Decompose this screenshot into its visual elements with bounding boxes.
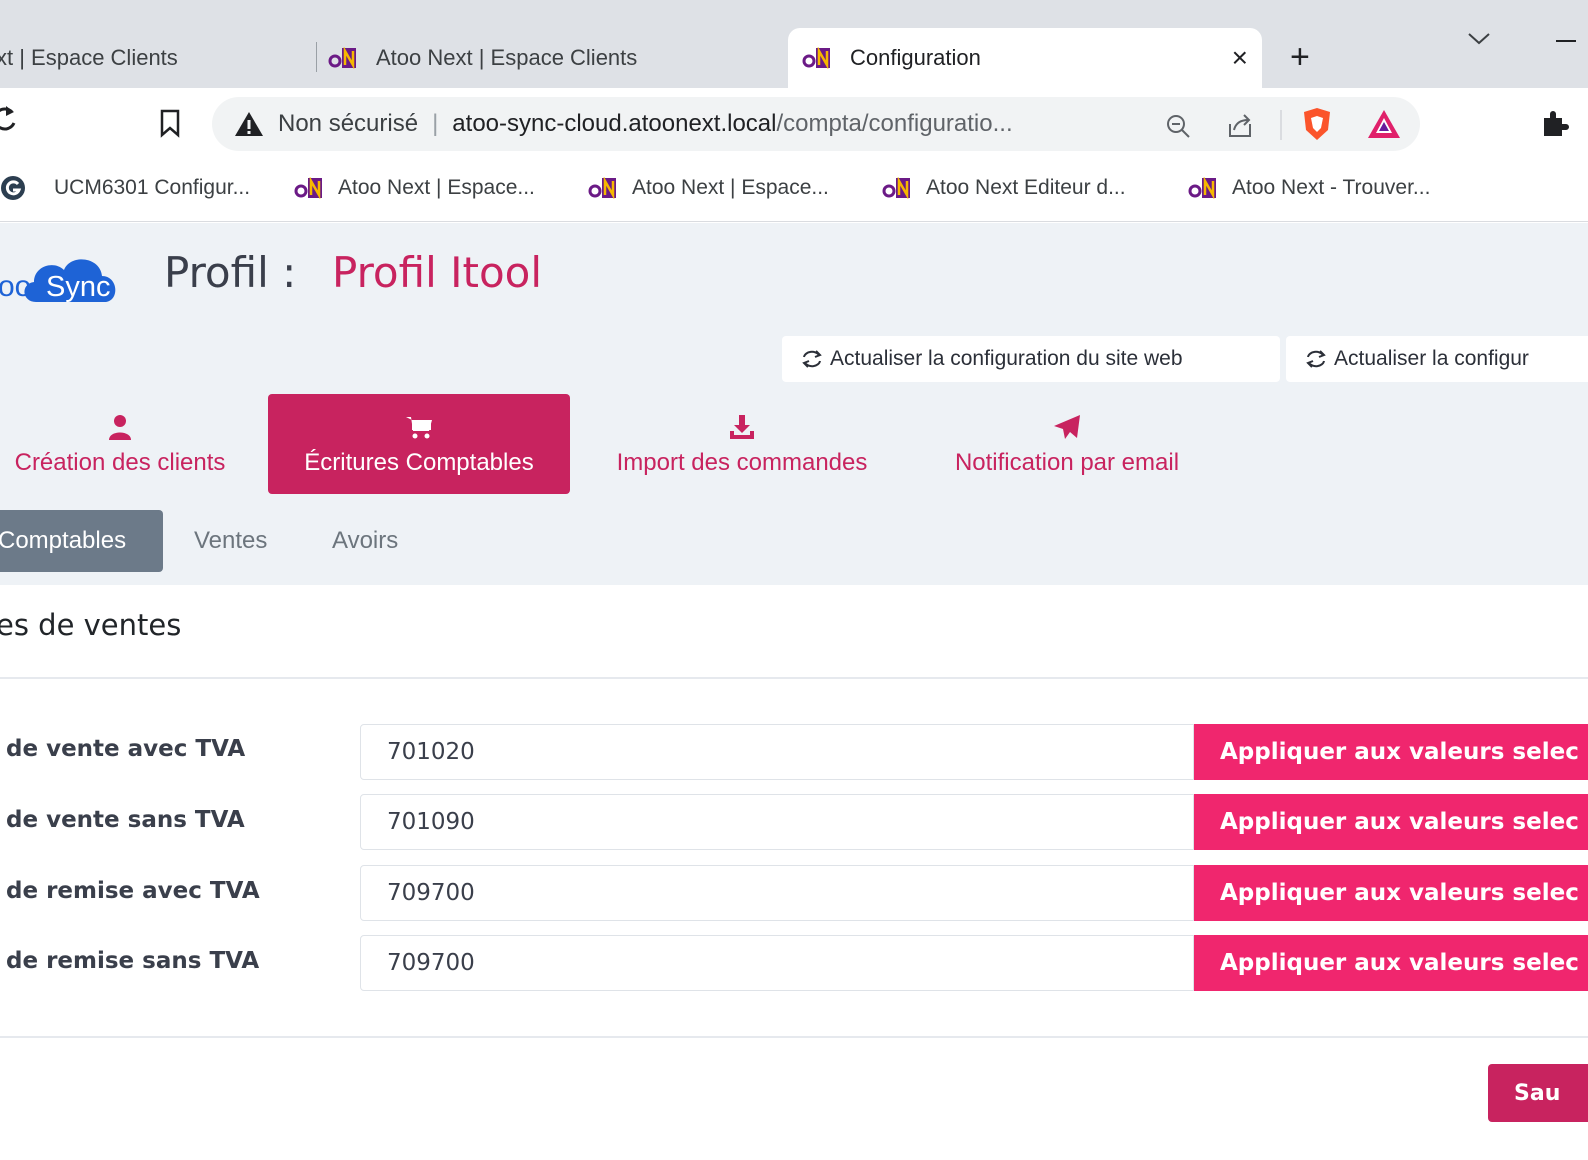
refresh-icon: [1304, 349, 1328, 369]
divider: [0, 1036, 1588, 1038]
profile-label: Profil :: [164, 248, 297, 297]
subtab-label: Avoirs: [332, 527, 399, 554]
atoonext-icon: [882, 177, 916, 199]
download-icon: [728, 411, 756, 443]
subtab-avoirs[interactable]: Avoirs: [332, 510, 398, 572]
subtab-ventes[interactable]: Ventes: [194, 510, 267, 572]
apply-selected-button[interactable]: Appliquer aux valeurs selec: [1194, 794, 1588, 850]
share-icon[interactable]: [1226, 112, 1254, 145]
field-label: de vente sans TVA: [6, 807, 245, 833]
bookmark-label: Atoo Next Editeur d...: [926, 176, 1126, 199]
refresh-config-button[interactable]: Actualiser la configur: [1286, 336, 1588, 382]
paper-plane-icon: [1053, 411, 1081, 443]
new-tab-button[interactable]: +: [1290, 40, 1310, 74]
brave-shield-icon[interactable]: [1300, 106, 1334, 147]
divider: [0, 677, 1588, 679]
security-label: Non sécurisé: [278, 110, 419, 137]
account-input[interactable]: [360, 724, 1194, 780]
brave-rewards-icon[interactable]: [1366, 108, 1402, 145]
atoonext-icon: [294, 177, 328, 199]
apply-selected-button[interactable]: Appliquer aux valeurs selec: [1194, 935, 1588, 991]
url-path: /compta/configuratio...: [776, 110, 1013, 137]
atoonext-icon: [802, 47, 836, 69]
browser-tab-active[interactable]: Configuration ×: [788, 28, 1262, 88]
logo-cloud-text: Sync: [46, 271, 110, 303]
refresh-button-label: Actualiser la configuration du site web: [830, 347, 1183, 370]
refresh-button-label: Actualiser la configur: [1334, 347, 1529, 370]
tab-import-commandes[interactable]: Import des commandes: [594, 394, 890, 494]
bookmark-item[interactable]: Atoo Next - Trouver...: [1188, 172, 1430, 204]
bookmark-label: UCM6301 Configur...: [54, 176, 251, 199]
bookmark-item[interactable]: Atoo Next | Espace...: [294, 172, 535, 204]
tab-notification-email[interactable]: Notification par email: [930, 394, 1204, 494]
tab-creation-clients[interactable]: Création des clients: [0, 394, 240, 494]
tab-ecritures-comptables[interactable]: Écritures Comptables: [268, 394, 570, 494]
app-logo[interactable]: oo Sync: [0, 240, 142, 312]
atoonext-icon: [328, 47, 362, 69]
grandstream-icon: [0, 176, 30, 200]
atoonext-icon: [1188, 177, 1222, 199]
account-input[interactable]: [360, 865, 1194, 921]
bookmark-label: Atoo Next - Trouver...: [1232, 176, 1431, 199]
bookmark-item[interactable]: Atoo Next Editeur d...: [882, 172, 1126, 204]
minimize-icon[interactable]: [1556, 40, 1576, 42]
subtab-label: Comptables: [0, 527, 127, 554]
save-button[interactable]: Sau: [1488, 1064, 1588, 1122]
bookmark-label: Atoo Next | Espace...: [338, 176, 535, 199]
address-separator: |: [432, 110, 439, 137]
tab-label: Création des clients: [14, 449, 226, 476]
profile-name: Profil Itool: [332, 248, 543, 297]
subtab-label: Ventes: [194, 527, 268, 554]
bookmark-label: Atoo Next | Espace...: [632, 176, 829, 199]
section-title: es de ventes: [0, 608, 182, 642]
toolbar-separator: [1280, 110, 1282, 140]
refresh-icon: [800, 349, 824, 369]
tab-label: Écritures Comptables: [304, 449, 534, 476]
url-host: atoo-sync-cloud.atoonext.local: [452, 110, 777, 137]
tab-label: Import des commandes: [616, 449, 868, 476]
bookmark-item[interactable]: Atoo Next | Espace...: [588, 172, 829, 204]
reload-icon[interactable]: [0, 104, 18, 139]
cart-icon: [405, 411, 433, 443]
bookmark-item[interactable]: UCM6301 Configur...: [0, 172, 250, 204]
account-input[interactable]: [360, 794, 1194, 850]
browser-tab[interactable]: Atoo Next | Espace Clients: [328, 28, 768, 88]
field-label: de remise sans TVA: [6, 948, 260, 974]
apply-selected-button[interactable]: Appliquer aux valeurs selec: [1194, 865, 1588, 921]
field-label: de remise avec TVA: [6, 878, 260, 904]
account-input[interactable]: [360, 935, 1194, 991]
browser-tab[interactable]: xt | Espace Clients: [0, 28, 296, 88]
extensions-icon[interactable]: [1540, 108, 1570, 143]
atoonext-icon: [588, 177, 622, 199]
tab-separator: [316, 42, 317, 72]
tab-label: Notification par email: [954, 449, 1180, 476]
apply-selected-button[interactable]: Appliquer aux valeurs selec: [1194, 724, 1588, 780]
close-tab-icon[interactable]: ×: [1232, 42, 1248, 74]
refresh-website-config-button[interactable]: Actualiser la configuration du site web: [782, 336, 1280, 382]
chevron-down-icon[interactable]: [1466, 28, 1492, 53]
tab-title: Configuration: [850, 45, 981, 70]
zoom-out-icon[interactable]: [1164, 112, 1192, 145]
user-icon: [108, 411, 132, 443]
bookmark-icon[interactable]: [158, 108, 182, 143]
tab-title: Atoo Next | Espace Clients: [376, 45, 638, 70]
warning-icon: [234, 111, 264, 137]
field-label: de vente avec TVA: [6, 736, 246, 762]
subtab-comptables[interactable]: Comptables: [0, 510, 163, 572]
tab-title: xt | Espace Clients: [0, 45, 178, 70]
